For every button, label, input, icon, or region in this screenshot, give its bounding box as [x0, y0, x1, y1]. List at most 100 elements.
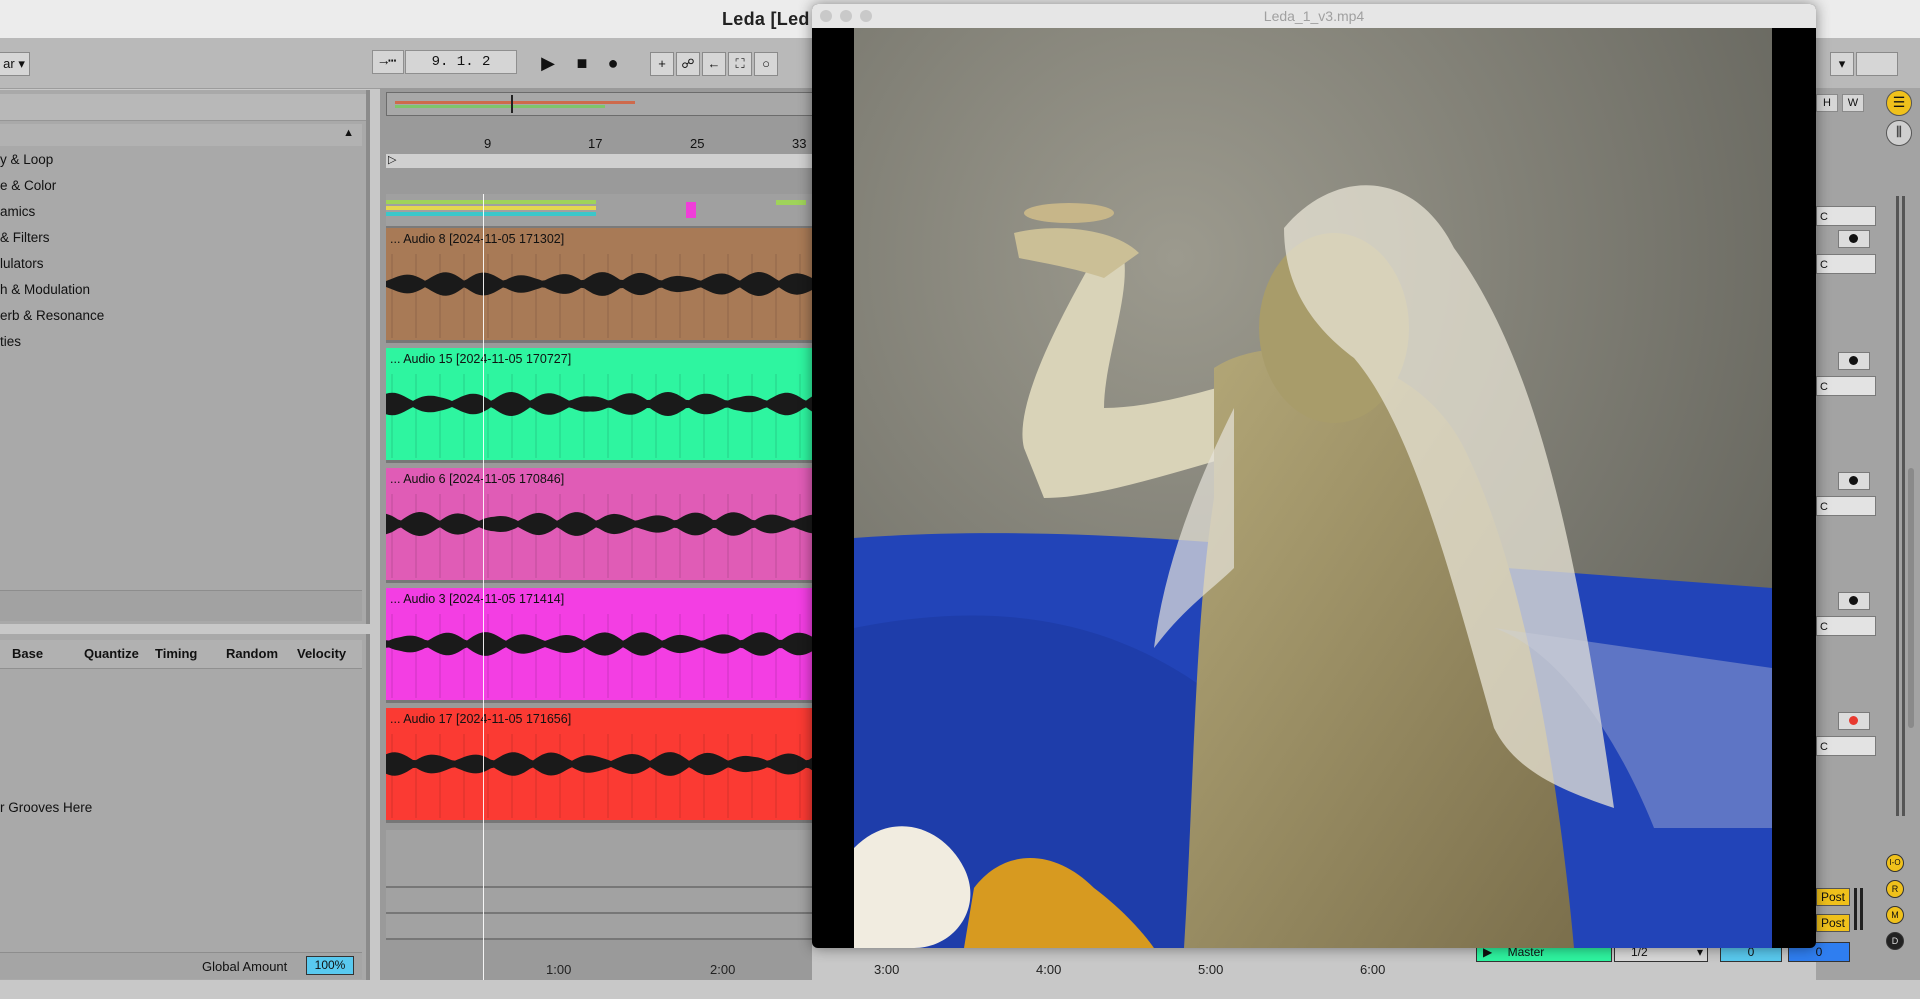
clip-label: ... Audio 15 [2024-11-05 170727]	[390, 352, 572, 366]
browser-category[interactable]: y & Loop	[0, 152, 53, 167]
arm-button[interactable]	[1838, 472, 1870, 490]
browser-category[interactable]: & Filters	[0, 230, 50, 245]
vertical-scrollbar[interactable]	[1908, 468, 1914, 728]
song-position-display[interactable]: 9. 1. 2	[405, 50, 517, 74]
clip-label: ... Audio 6 [2024-11-05 170846]	[390, 472, 565, 486]
browser-category[interactable]: erb & Resonance	[0, 308, 104, 323]
quantize-dropdown[interactable]: ar ▾	[0, 52, 30, 76]
time-ruler[interactable]: 1:00 2:00 3:00 4:00 5:00 6:00	[380, 960, 1816, 982]
groove-col-quantize: Quantize	[84, 646, 139, 661]
waveform	[386, 254, 812, 338]
mixer-toggle[interactable]: M	[1886, 906, 1904, 924]
record-button[interactable]: ●	[601, 51, 625, 75]
waveform	[386, 734, 812, 818]
video-player-window[interactable]: Leda_1_v3.mp4	[812, 4, 1816, 948]
audio-clip[interactable]: ... Audio 3 [2024-11-05 171414]	[386, 588, 812, 703]
io-toggle[interactable]: I-O	[1886, 854, 1904, 872]
browser-category[interactable]: lulators	[0, 256, 44, 271]
video-frame-image	[854, 28, 1772, 948]
level-meter	[1896, 196, 1899, 816]
input-monitor-slot[interactable]: C	[1816, 376, 1876, 396]
empty-track-lane[interactable]	[386, 888, 812, 914]
playhead[interactable]	[483, 194, 484, 980]
browser-category[interactable]: h & Modulation	[0, 282, 90, 297]
audio-clip[interactable]: ... Audio 6 [2024-11-05 170846]	[386, 468, 812, 583]
right-field[interactable]	[1856, 52, 1898, 76]
groove-col-timing: Timing	[155, 646, 198, 661]
browser-search-field[interactable]	[0, 94, 366, 121]
overdub-button[interactable]: +	[650, 52, 674, 76]
video-frame	[854, 28, 1772, 948]
post-button[interactable]: Post	[1816, 914, 1850, 932]
groove-drop-hint: r Grooves Here	[0, 800, 93, 815]
clip-label: ... Audio 8 [2024-11-05 171302]	[390, 232, 565, 246]
mixer-panel: H W ☰ ⫼ C C C C C C Post Post I-O R M D	[1816, 88, 1920, 980]
automation-arm-button[interactable]: ☍	[676, 52, 700, 76]
input-monitor-slot[interactable]: C	[1816, 736, 1876, 756]
empty-track-lane[interactable]	[386, 830, 812, 888]
arrangement-overview[interactable]	[386, 92, 814, 116]
time-marker: 6:00	[1360, 962, 1386, 977]
returns-toggle[interactable]: R	[1886, 880, 1904, 898]
group-track-lane[interactable]	[386, 194, 812, 228]
groove-col-velocity: Velocity	[297, 646, 347, 661]
quantize-dropdown-value: ar	[3, 56, 15, 71]
scroll-up-icon[interactable]: ▲	[343, 127, 354, 139]
beat-time-ruler[interactable]: 9 17 25 33	[386, 134, 812, 154]
arm-button[interactable]	[1838, 352, 1870, 370]
audio-clip[interactable]: ... Audio 8 [2024-11-05 171302]	[386, 228, 812, 343]
browser-category[interactable]: ties	[0, 334, 21, 349]
browser-category[interactable]: e & Color	[0, 178, 56, 193]
video-title-bar[interactable]: Leda_1_v3.mp4	[812, 4, 1816, 28]
browser-category[interactable]: amics	[0, 204, 35, 219]
follow-icon: →⋯	[379, 54, 397, 70]
back-to-arrangement-button[interactable]: ←	[702, 52, 726, 76]
browser-panel: ▲ y & Loop e & Color amics & Filters lul…	[0, 90, 370, 624]
bar-marker: 17	[588, 136, 603, 151]
clip-label: ... Audio 3 [2024-11-05 171414]	[390, 592, 565, 606]
browser-list-header: ▲	[0, 124, 362, 146]
level-meter	[1902, 196, 1905, 816]
arm-button-active[interactable]	[1838, 712, 1870, 730]
bar-marker: 9	[484, 136, 492, 151]
arm-button[interactable]	[1838, 230, 1870, 248]
waveform	[386, 494, 812, 578]
arm-button[interactable]	[1838, 592, 1870, 610]
locator-strip[interactable]: ▷	[386, 154, 812, 168]
bar-marker: 25	[690, 136, 705, 151]
groove-col-base: Base	[12, 646, 44, 661]
global-amount-label: Global Amount	[202, 959, 288, 974]
waveform	[386, 374, 812, 458]
menu-icon[interactable]: ☰	[1886, 90, 1912, 116]
time-marker: 4:00	[1036, 962, 1062, 977]
time-marker: 5:00	[1198, 962, 1224, 977]
time-marker: 3:00	[874, 962, 900, 977]
stop-button[interactable]: ■	[570, 51, 594, 75]
session-record-button[interactable]: ○	[754, 52, 778, 76]
post-button[interactable]: Post	[1816, 888, 1850, 906]
audio-clip[interactable]: ... Audio 15 [2024-11-05 170727]	[386, 348, 812, 463]
input-monitor-slot[interactable]: C	[1816, 254, 1876, 274]
w-button[interactable]: W	[1842, 94, 1864, 112]
video-title: Leda_1_v3.mp4	[1263, 8, 1365, 24]
follow-button[interactable]: →⋯	[372, 50, 404, 74]
audio-clip[interactable]: ... Audio 17 [2024-11-05 171656]	[386, 708, 812, 823]
input-monitor-slot[interactable]: C	[1816, 496, 1876, 516]
capture-button[interactable]: ⛶	[728, 52, 752, 76]
time-marker: 2:00	[710, 962, 736, 977]
columns-icon[interactable]: ⫼	[1886, 120, 1912, 146]
groove-header-row: Base Quantize Timing Random Velocity	[0, 640, 362, 669]
h-button[interactable]: H	[1816, 94, 1838, 112]
play-button[interactable]: ▶	[536, 51, 560, 75]
input-monitor-slot[interactable]: C	[1816, 206, 1876, 226]
empty-track-lane[interactable]	[386, 914, 812, 940]
master-meter	[1854, 888, 1857, 930]
waveform	[386, 614, 812, 698]
input-monitor-slot[interactable]: C	[1816, 616, 1876, 636]
delay-toggle[interactable]: D	[1886, 932, 1904, 950]
groove-footer: Global Amount 100%	[0, 952, 362, 979]
dropdown-right[interactable]: ▾	[1830, 52, 1854, 76]
global-amount-field[interactable]: 100%	[306, 956, 354, 975]
start-marker-icon: ▷	[388, 154, 397, 166]
browser-footer	[0, 590, 362, 621]
